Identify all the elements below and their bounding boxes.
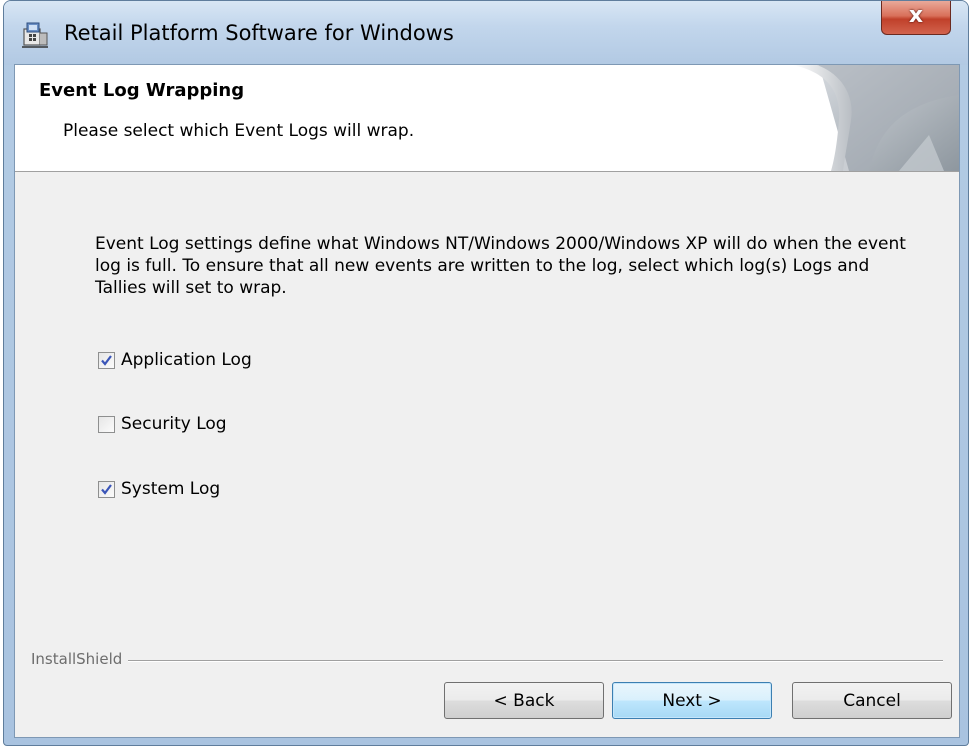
next-button[interactable]: Next > [612,682,772,719]
system-log-label: System Log [121,479,221,499]
title-bar[interactable]: Retail Platform Software for Windows x [4,1,968,65]
installer-window: Retail Platform Software for Windows x E… [3,0,969,746]
back-button[interactable]: < Back [444,682,604,719]
close-button[interactable]: x [881,1,951,35]
security-log-label: Security Log [121,414,227,434]
application-log-label: Application Log [121,350,252,370]
installer-app-icon [22,22,48,48]
application-log-option[interactable]: Application Log [98,348,252,372]
event-log-description: Event Log settings define what Windows N… [95,234,906,298]
application-log-checkbox[interactable] [98,351,115,369]
security-log-checkbox[interactable] [98,415,115,433]
installshield-brand: InstallShield [31,650,129,668]
window-title: Retail Platform Software for Windows [64,21,454,45]
page-curl-banner-graphic [793,65,959,171]
page-title: Event Log Wrapping [39,80,245,101]
system-log-option[interactable]: System Log [98,477,220,501]
dialog-client-area: Event Log Wrapping Please select which E… [14,64,960,738]
checkmark-icon [101,483,112,495]
header-banner: Event Log Wrapping Please select which E… [15,65,959,172]
system-log-checkbox[interactable] [98,480,115,498]
security-log-option[interactable]: Security Log [98,412,227,436]
close-icon: x [908,3,924,28]
page-subtitle: Please select which Event Logs will wrap… [63,121,415,141]
cancel-button[interactable]: Cancel [792,682,952,719]
checkmark-icon [101,354,112,366]
footer-divider [31,660,943,662]
